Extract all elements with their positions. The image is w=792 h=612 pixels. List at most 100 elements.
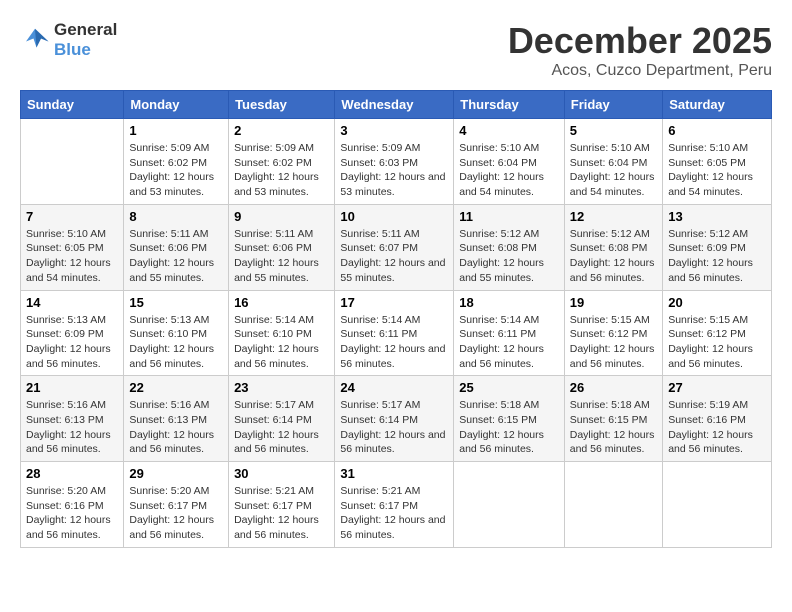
calendar-cell: 17Sunrise: 5:14 AM Sunset: 6:11 PM Dayli… [335,290,454,376]
calendar-cell: 31 Sunrise: 5:21 AM Sunset: 6:17 PM Dayli… [335,462,454,548]
day-number: 9 [234,209,329,224]
calendar-cell: 15 Sunrise: 5:13 AM Sunset: 6:10 PM Dayli… [124,290,229,376]
day-info: Sunrise: 5:10 AM Sunset: 6:05 PM Dayligh… [26,227,118,286]
header: General Blue December 2025 Acos, Cuzco D… [20,20,772,80]
day-number: 7 [26,209,118,224]
day-info: Sunrise: 5:18 AM Sunset: 6:15 PM Dayligh… [459,398,559,457]
day-info: Sunrise: 5:10 AM Sunset: 6:05 PM Dayligh… [668,141,766,200]
day-number: 22 [129,380,223,395]
day-info: Sunrise: 5:18 AM Sunset: 6:15 PM Dayligh… [570,398,657,457]
day-number: 10 [340,209,448,224]
calendar-cell: 7 Sunrise: 5:10 AM Sunset: 6:05 PM Daylig… [21,204,124,290]
calendar-cell: 12 Sunrise: 5:12 AM Sunset: 6:08 PM Dayli… [564,204,662,290]
page-title: December 2025 [508,20,772,62]
header-day-wednesday: Wednesday [335,91,454,119]
calendar-cell: 29 Sunrise: 5:20 AM Sunset: 6:17 PM Dayli… [124,462,229,548]
calendar-cell: 9 Sunrise: 5:11 AM Sunset: 6:06 PM Daylig… [229,204,335,290]
day-info: Sunrise: 5:09 AM Sunset: 6:02 PM Dayligh… [129,141,223,200]
calendar-table: SundayMondayTuesdayWednesdayThursdayFrid… [20,90,772,548]
day-info: Sunrise: 5:13 AM Sunset: 6:10 PM Dayligh… [129,313,223,372]
calendar-cell: 13 Sunrise: 5:12 AM Sunset: 6:09 PM Dayli… [663,204,772,290]
logo: General Blue [20,20,117,60]
calendar-cell [564,462,662,548]
calendar-cell: 27Sunrise: 5:19 AM Sunset: 6:16 PM Dayli… [663,376,772,462]
calendar-cell: 18 Sunrise: 5:14 AM Sunset: 6:11 PM Dayli… [454,290,565,376]
day-info: Sunrise: 5:15 AM Sunset: 6:12 PM Dayligh… [570,313,657,372]
day-number: 5 [570,123,657,138]
day-info: Sunrise: 5:17 AM Sunset: 6:14 PM Dayligh… [234,398,329,457]
day-info: Sunrise: 5:20 AM Sunset: 6:16 PM Dayligh… [26,484,118,543]
calendar-cell: 8 Sunrise: 5:11 AM Sunset: 6:06 PM Daylig… [124,204,229,290]
logo-bird-icon [20,25,50,55]
calendar-cell: 20 Sunrise: 5:15 AM Sunset: 6:12 PM Dayli… [663,290,772,376]
calendar-cell: 14Sunrise: 5:13 AM Sunset: 6:09 PM Dayli… [21,290,124,376]
day-number: 14 [26,295,118,310]
calendar-cell: 23 Sunrise: 5:17 AM Sunset: 6:14 PM Dayli… [229,376,335,462]
calendar-cell: 24 Sunrise: 5:17 AM Sunset: 6:14 PM Dayli… [335,376,454,462]
header-day-tuesday: Tuesday [229,91,335,119]
calendar-week-row: 21Sunrise: 5:16 AM Sunset: 6:13 PM Dayli… [21,376,772,462]
day-info: Sunrise: 5:16 AM Sunset: 6:13 PM Dayligh… [129,398,223,457]
day-info: Sunrise: 5:11 AM Sunset: 6:06 PM Dayligh… [129,227,223,286]
day-number: 15 [129,295,223,310]
day-info: Sunrise: 5:12 AM Sunset: 6:09 PM Dayligh… [668,227,766,286]
day-number: 26 [570,380,657,395]
day-number: 6 [668,123,766,138]
day-number: 8 [129,209,223,224]
day-number: 20 [668,295,766,310]
day-number: 2 [234,123,329,138]
day-number: 3 [340,123,448,138]
day-number: 17 [340,295,448,310]
page-subtitle: Acos, Cuzco Department, Peru [508,62,772,80]
calendar-cell [454,462,565,548]
day-info: Sunrise: 5:19 AM Sunset: 6:16 PM Dayligh… [668,398,766,457]
day-info: Sunrise: 5:11 AM Sunset: 6:07 PM Dayligh… [340,227,448,286]
calendar-cell: 5 Sunrise: 5:10 AM Sunset: 6:04 PM Daylig… [564,119,662,205]
day-number: 16 [234,295,329,310]
day-number: 13 [668,209,766,224]
calendar-cell: 25 Sunrise: 5:18 AM Sunset: 6:15 PM Dayli… [454,376,565,462]
day-number: 30 [234,466,329,481]
calendar-week-row: 1 Sunrise: 5:09 AM Sunset: 6:02 PM Daylig… [21,119,772,205]
calendar-cell: 30Sunrise: 5:21 AM Sunset: 6:17 PM Dayli… [229,462,335,548]
calendar-week-row: 28Sunrise: 5:20 AM Sunset: 6:16 PM Dayli… [21,462,772,548]
calendar-cell [663,462,772,548]
day-info: Sunrise: 5:16 AM Sunset: 6:13 PM Dayligh… [26,398,118,457]
calendar-cell: 19 Sunrise: 5:15 AM Sunset: 6:12 PM Dayli… [564,290,662,376]
header-day-monday: Monday [124,91,229,119]
logo-text: General Blue [54,20,117,60]
day-number: 12 [570,209,657,224]
day-number: 29 [129,466,223,481]
header-day-friday: Friday [564,91,662,119]
calendar-cell: 21Sunrise: 5:16 AM Sunset: 6:13 PM Dayli… [21,376,124,462]
title-area: December 2025 Acos, Cuzco Department, Pe… [508,20,772,80]
header-day-saturday: Saturday [663,91,772,119]
calendar-cell: 3Sunrise: 5:09 AM Sunset: 6:03 PM Daylig… [335,119,454,205]
day-number: 4 [459,123,559,138]
day-info: Sunrise: 5:14 AM Sunset: 6:11 PM Dayligh… [459,313,559,372]
day-number: 25 [459,380,559,395]
day-info: Sunrise: 5:20 AM Sunset: 6:17 PM Dayligh… [129,484,223,543]
calendar-cell: 2 Sunrise: 5:09 AM Sunset: 6:02 PM Daylig… [229,119,335,205]
calendar-cell: 6 Sunrise: 5:10 AM Sunset: 6:05 PM Daylig… [663,119,772,205]
day-info: Sunrise: 5:10 AM Sunset: 6:04 PM Dayligh… [570,141,657,200]
day-info: Sunrise: 5:09 AM Sunset: 6:02 PM Dayligh… [234,141,329,200]
day-number: 23 [234,380,329,395]
day-info: Sunrise: 5:17 AM Sunset: 6:14 PM Dayligh… [340,398,448,457]
calendar-cell: 10 Sunrise: 5:11 AM Sunset: 6:07 PM Dayli… [335,204,454,290]
day-number: 24 [340,380,448,395]
day-info: Sunrise: 5:10 AM Sunset: 6:04 PM Dayligh… [459,141,559,200]
day-info: Sunrise: 5:11 AM Sunset: 6:06 PM Dayligh… [234,227,329,286]
calendar-cell: 4 Sunrise: 5:10 AM Sunset: 6:04 PM Daylig… [454,119,565,205]
day-number: 31 [340,466,448,481]
header-day-sunday: Sunday [21,91,124,119]
day-info: Sunrise: 5:21 AM Sunset: 6:17 PM Dayligh… [340,484,448,543]
day-number: 1 [129,123,223,138]
calendar-week-row: 7 Sunrise: 5:10 AM Sunset: 6:05 PM Daylig… [21,204,772,290]
calendar-cell: 28Sunrise: 5:20 AM Sunset: 6:16 PM Dayli… [21,462,124,548]
day-info: Sunrise: 5:15 AM Sunset: 6:12 PM Dayligh… [668,313,766,372]
day-info: Sunrise: 5:12 AM Sunset: 6:08 PM Dayligh… [570,227,657,286]
day-number: 18 [459,295,559,310]
calendar-cell: 16Sunrise: 5:14 AM Sunset: 6:10 PM Dayli… [229,290,335,376]
day-number: 19 [570,295,657,310]
